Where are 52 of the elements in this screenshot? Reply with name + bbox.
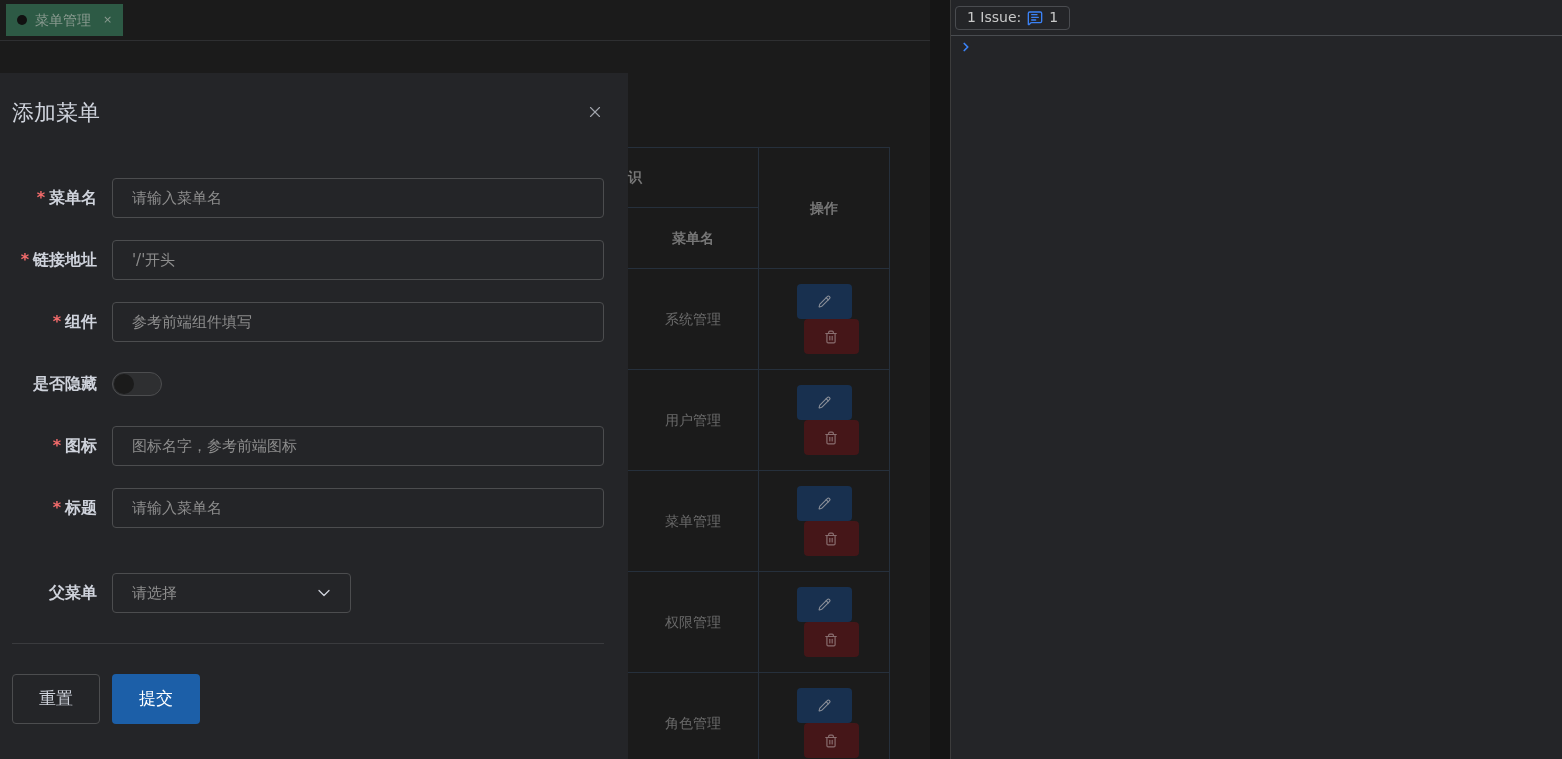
delete-button[interactable]	[803, 420, 859, 455]
required-asterisk: *	[20, 249, 29, 271]
table-cell-text: 权限管理	[665, 612, 721, 632]
field-label: 菜单名	[49, 187, 97, 209]
field-label: 标题	[65, 497, 97, 519]
submit-button[interactable]: 提交	[112, 674, 200, 724]
field-label: 图标	[65, 435, 97, 457]
edit-button[interactable]	[796, 587, 852, 622]
column-header: 识	[628, 168, 642, 187]
required-asterisk: *	[52, 435, 61, 457]
delete-button[interactable]	[803, 319, 859, 354]
delete-button[interactable]	[803, 521, 859, 556]
text-input-field[interactable]: 请输入菜单名	[112, 488, 604, 528]
trash-icon	[824, 329, 838, 344]
field-label: 父菜单	[49, 582, 97, 604]
trash-icon	[824, 632, 838, 647]
issues-badge[interactable]: 1 Issue: 1	[955, 5, 1071, 30]
toggle-switch[interactable]	[112, 372, 162, 396]
text-input-field[interactable]: 请输入菜单名	[112, 178, 604, 218]
text-input-field[interactable]: 图标名字，参考前端图标	[112, 426, 604, 466]
field-label: 是否隐藏	[33, 373, 97, 395]
table-cell-text: 系统管理	[665, 309, 721, 329]
pencil-icon	[817, 295, 831, 308]
table-cell-text: 用户管理	[665, 410, 721, 430]
trash-icon	[824, 733, 838, 748]
delete-button[interactable]	[803, 723, 859, 758]
column-header: 菜单名	[672, 228, 714, 248]
pencil-icon	[817, 699, 831, 712]
drawer-title: 添加菜单	[12, 98, 100, 127]
required-asterisk: *	[52, 311, 61, 333]
pencil-icon	[817, 396, 831, 409]
parent-menu-select[interactable]: 请选择	[112, 573, 351, 613]
text-input-field[interactable]: '/'开头	[112, 240, 604, 280]
field-label: 链接地址	[33, 249, 97, 271]
edit-button[interactable]	[796, 385, 852, 420]
required-asterisk: *	[52, 497, 61, 519]
pencil-icon	[817, 598, 831, 611]
trash-icon	[824, 531, 838, 546]
pencil-icon	[817, 497, 831, 510]
edit-button[interactable]	[796, 486, 852, 521]
field-label: 组件	[65, 311, 97, 333]
column-header: 操作	[810, 198, 838, 218]
table-cell-text: 角色管理	[665, 713, 721, 733]
reset-button[interactable]: 重置	[12, 674, 100, 724]
edit-button[interactable]	[796, 688, 852, 723]
text-input-field[interactable]: 参考前端组件填写	[112, 302, 604, 342]
edit-button[interactable]	[796, 284, 852, 319]
trash-icon	[824, 430, 838, 445]
table-cell-text: 菜单管理	[665, 511, 721, 531]
message-icon	[1027, 9, 1044, 26]
required-asterisk: *	[36, 187, 45, 209]
delete-button[interactable]	[803, 622, 859, 657]
